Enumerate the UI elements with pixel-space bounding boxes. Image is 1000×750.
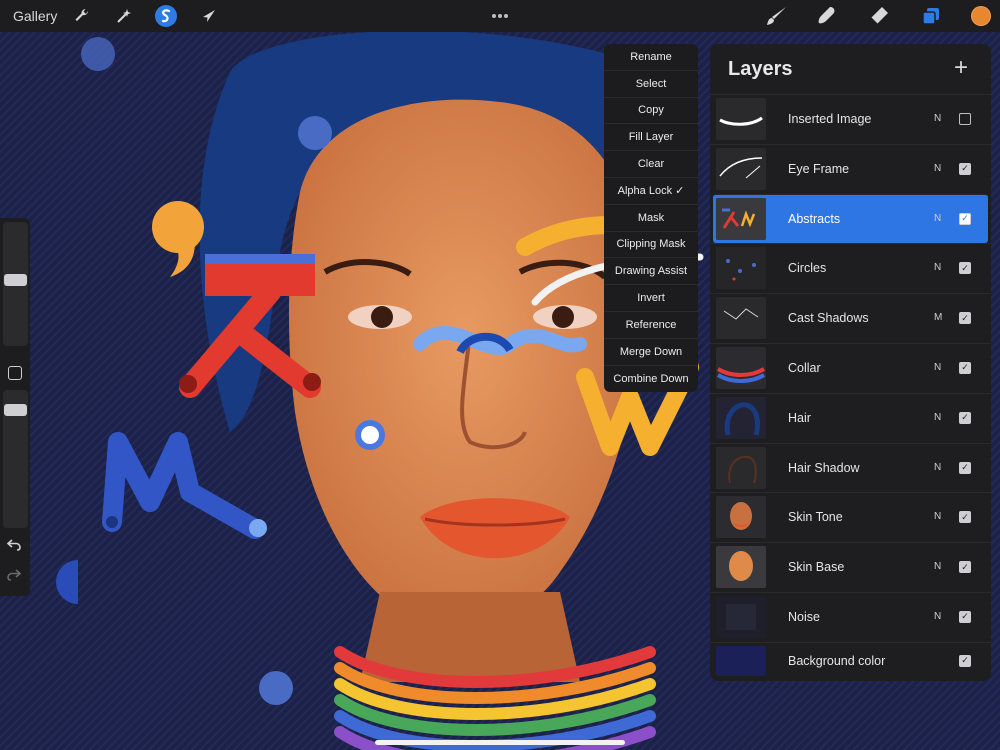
layer-visibility-checkbox[interactable]: ✓ — [959, 312, 971, 325]
layers-title: Layers — [728, 58, 793, 80]
menu-item-select[interactable]: Select — [604, 71, 698, 98]
blend-mode-button[interactable]: N — [934, 412, 941, 423]
top-toolbar: Gallery — [0, 0, 1000, 32]
eraser-icon[interactable] — [866, 0, 892, 32]
layer-visibility-checkbox[interactable]: ✓ — [959, 654, 971, 667]
layer-thumbnail — [716, 247, 766, 290]
menu-item-clipping-mask[interactable]: Clipping Mask — [604, 232, 698, 259]
blend-mode-button[interactable]: N — [934, 362, 941, 373]
brush-opacity-slider[interactable] — [3, 390, 28, 528]
menu-item-merge-down[interactable]: Merge Down — [604, 339, 698, 366]
wrench-icon[interactable] — [70, 0, 94, 32]
layer-name: Hair Shadow — [788, 460, 860, 475]
blend-mode-button[interactable]: N — [934, 462, 941, 473]
layers-header: Layers + — [710, 44, 991, 94]
blend-mode-button[interactable]: N — [934, 511, 941, 522]
layer-row-circles[interactable]: Circles N ✓ — [710, 243, 991, 293]
blend-mode-button[interactable]: N — [934, 611, 941, 622]
layer-thumbnail — [716, 396, 766, 439]
blend-mode-button[interactable]: N — [934, 163, 941, 174]
layer-name: Background color — [788, 653, 886, 668]
layer-row-noise[interactable]: Noise N ✓ — [710, 591, 991, 642]
layer-thumbnail — [716, 297, 766, 340]
undo-icon[interactable] — [6, 538, 21, 554]
menu-item-alpha-lock[interactable]: Alpha Lock ✓ — [604, 178, 698, 205]
transform-arrow-icon[interactable] — [197, 0, 221, 32]
current-color-dot — [971, 6, 991, 26]
menu-item-invert[interactable]: Invert — [604, 285, 698, 312]
smudge-icon[interactable] — [814, 0, 840, 32]
layer-name: Eye Frame — [788, 161, 850, 176]
layer-visibility-checkbox[interactable] — [959, 113, 971, 125]
layer-name: Circles — [788, 261, 827, 276]
more-dots-icon[interactable] — [488, 0, 512, 32]
menu-item-copy[interactable]: Copy — [604, 98, 698, 125]
blend-mode-button[interactable]: N — [934, 561, 941, 572]
layer-visibility-checkbox[interactable]: ✓ — [959, 361, 971, 374]
modify-button[interactable] — [8, 366, 22, 380]
layer-row-hair[interactable]: Hair N ✓ — [710, 392, 991, 443]
menu-item-combine-down[interactable]: Combine Down — [604, 366, 698, 392]
add-layer-button[interactable]: + — [954, 54, 968, 82]
menu-item-reference[interactable]: Reference — [604, 312, 698, 339]
layer-name: Noise — [788, 609, 820, 624]
layer-row-skin-base[interactable]: Skin Base N ✓ — [710, 542, 991, 592]
layer-row-hair-shadow[interactable]: Hair Shadow N ✓ — [710, 442, 991, 493]
brush-size-slider[interactable] — [3, 222, 28, 346]
layer-visibility-checkbox[interactable]: ✓ — [959, 561, 971, 574]
home-indicator[interactable] — [375, 740, 625, 745]
layers-panel: Layers + Inserted Image N Eye Frame N ✓ … — [710, 44, 991, 681]
layer-thumbnail — [716, 546, 766, 589]
blend-mode-button[interactable]: N — [934, 262, 941, 273]
menu-item-clear[interactable]: Clear — [604, 151, 698, 178]
layer-visibility-checkbox[interactable]: ✓ — [959, 610, 971, 623]
layer-visibility-checkbox[interactable]: ✓ — [959, 262, 971, 275]
menu-item-mask[interactable]: Mask — [604, 205, 698, 232]
background-color-swatch[interactable] — [716, 645, 766, 676]
layer-options-menu: Rename Select Copy Fill Layer Clear Alph… — [604, 44, 698, 392]
layer-thumbnail — [716, 197, 766, 240]
layers-icon[interactable] — [918, 0, 944, 32]
layer-name: Collar — [788, 360, 821, 375]
layer-thumbnail — [716, 147, 766, 190]
layer-thumbnail — [716, 496, 766, 539]
layer-row-eye-frame[interactable]: Eye Frame N ✓ — [710, 143, 991, 194]
layer-row-skin-tone[interactable]: Skin Tone N ✓ — [710, 492, 991, 542]
layer-name: Inserted Image — [788, 112, 872, 126]
menu-item-rename[interactable]: Rename — [604, 44, 698, 71]
left-sidebar — [0, 218, 30, 596]
redo-icon[interactable] — [7, 568, 22, 584]
blend-mode-button[interactable]: N — [934, 213, 941, 224]
layer-row-cast-shadows[interactable]: Cast Shadows M ✓ — [710, 293, 991, 343]
layer-row-background-color[interactable]: Background color ✓ — [710, 641, 991, 681]
color-swatch[interactable] — [969, 0, 993, 32]
blend-mode-button[interactable]: M — [934, 312, 942, 323]
layer-thumbnail — [716, 98, 766, 140]
brush-icon[interactable] — [764, 0, 790, 32]
layer-row-collar[interactable]: Collar N ✓ — [710, 342, 991, 393]
layer-thumbnail — [716, 446, 766, 489]
brush-size-handle[interactable] — [4, 274, 27, 286]
layer-name: Cast Shadows — [788, 311, 869, 326]
selection-icon[interactable] — [154, 0, 178, 32]
layer-name: Skin Base — [788, 560, 845, 575]
layer-visibility-checkbox[interactable]: ✓ — [959, 212, 971, 225]
menu-item-fill-layer[interactable]: Fill Layer — [604, 124, 698, 152]
layer-thumbnail — [716, 346, 766, 389]
layer-name: Hair — [788, 410, 811, 425]
layer-name: Abstracts — [788, 211, 841, 226]
layer-name: Skin Tone — [788, 510, 843, 525]
layer-visibility-checkbox[interactable]: ✓ — [959, 511, 971, 524]
brush-opacity-handle[interactable] — [4, 404, 27, 416]
magic-wand-icon[interactable] — [112, 0, 136, 32]
layer-visibility-checkbox[interactable]: ✓ — [959, 411, 971, 424]
layer-thumbnail — [716, 595, 766, 638]
layer-row-inserted-image[interactable]: Inserted Image N — [710, 94, 991, 144]
layer-row-abstracts[interactable]: Abstracts N ✓ — [713, 193, 988, 244]
menu-item-drawing-assist[interactable]: Drawing Assist — [604, 258, 698, 286]
gallery-button[interactable]: Gallery — [13, 0, 57, 32]
layer-visibility-checkbox[interactable]: ✓ — [959, 461, 971, 474]
blend-mode-button[interactable]: N — [934, 113, 941, 124]
layer-visibility-checkbox[interactable]: ✓ — [959, 162, 971, 175]
